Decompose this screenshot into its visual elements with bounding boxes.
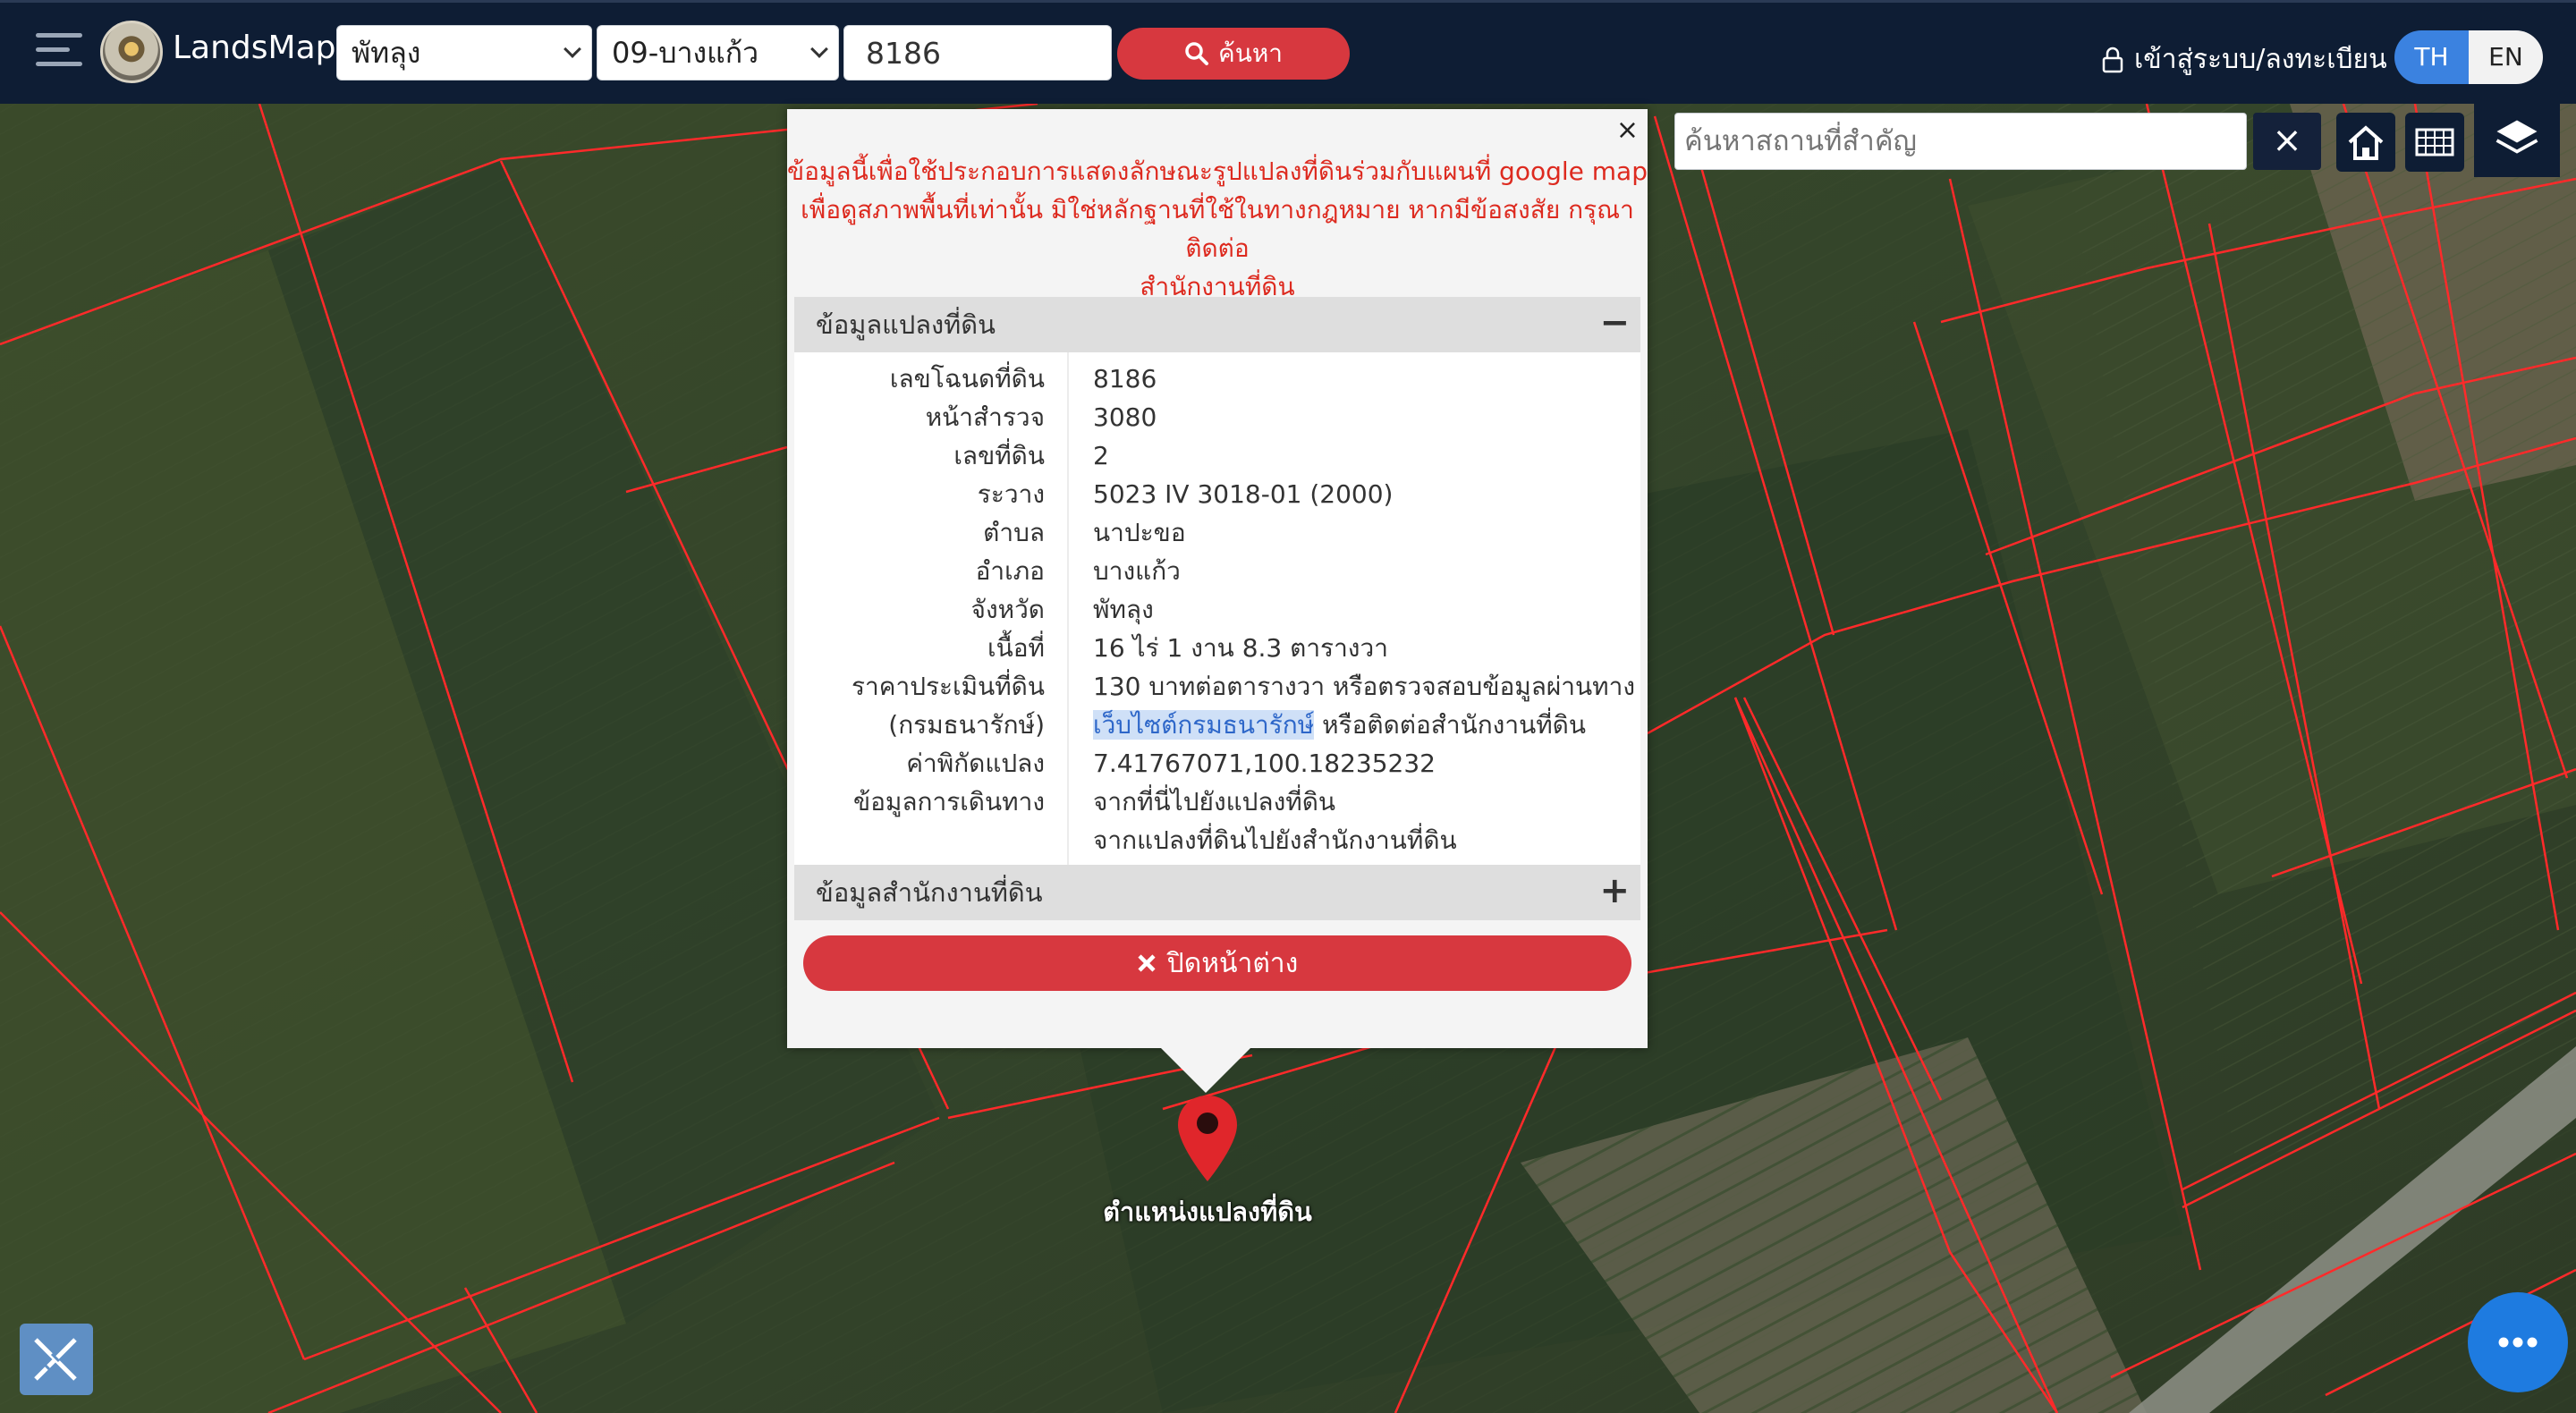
detail-row: ระวาง 5023 IV 3018-01 (2000) [794,475,1640,513]
appraisal-source-label: (กรมธนารักษ์) [888,710,1045,740]
appraisal-label: ราคาประเมินที่ดิน [851,672,1045,701]
detail-value: 2 [1093,441,1109,470]
detail-label: ตำบล [983,518,1045,547]
brand-name: LandsMaps [173,30,353,66]
lock-icon [2102,47,2123,72]
parcel-number-input[interactable] [843,25,1112,80]
lang-en-button[interactable]: EN [2469,30,2543,84]
coordinates-row: ค่าพิกัดแปลง 7.41767071,100.18235232 [794,744,1640,783]
detail-label: เลขที่ดิน [953,441,1045,470]
lang-th-button[interactable]: TH [2394,30,2469,84]
province-select-value: พัทลุง [352,36,421,70]
chevron-down-icon [564,40,581,58]
office-section-header[interactable]: ข้อมูลสำนักงานที่ดิน + [794,865,1640,920]
parcel-section-title: ข้อมูลแปลงที่ดิน [816,309,996,340]
parcel-details-table: เลขโฉนดที่ดิน 8186 หน้าสำรวจ 3080 เลขที่ดิ… [794,352,1640,865]
appraisal-value: 130 บาทต่อตารางวา หรือตรวจสอบข้อมูลผ่านท… [1093,672,1636,701]
parcel-info-panel: ข้อมูลแปลงที่ดิน − เลขโฉนดที่ดิน 8186 หน้… [794,297,1640,920]
detail-row: อำเภอ บางแก้ว [794,552,1640,590]
detail-label: หน้าสำรวจ [925,402,1045,432]
directions-to-office-link[interactable]: จากแปลงที่ดินไปยังสำนักงานที่ดิน [1069,821,1457,859]
chevron-down-icon [810,40,828,58]
login-label: เข้าสู่ระบบ/ลงทะเบียน [2134,44,2387,75]
detail-row: ตำบล นาปะขอ [794,513,1640,552]
detail-value: บางแก้ว [1093,556,1181,586]
grid-toggle-button[interactable] [2405,113,2464,172]
grid-icon [2415,128,2454,157]
district-select[interactable]: 09-บางแก้ว [597,25,839,80]
detail-row: เนื้อที่ 16 ไร่ 1 งาน 8.3 ตารางวา [794,629,1640,667]
appraisal-row-2: (กรมธนารักษ์) เว็บไซต์กรมธนารักษ์ หรือติ… [794,706,1640,744]
popup-pointer [1159,1046,1252,1093]
detail-value: พัทลุง [1093,595,1154,624]
detail-row: เลขโฉนดที่ดิน 8186 [794,360,1640,398]
home-icon [2348,125,2384,160]
top-navigation-bar: LandsMaps พัทลุง 09-บางแก้ว ค้นหา เข้าสู… [0,0,2576,104]
layers-icon [2496,120,2538,154]
detail-label: เนื้อที่ [987,633,1045,663]
district-select-value: 09-บางแก้ว [612,36,759,70]
clear-search-button[interactable]: × [2253,113,2321,170]
detail-value: 16 ไร่ 1 งาน 8.3 ตารางวา [1093,633,1388,663]
parcel-info-popup: × ข้อมูลนี้เพื่อใช้ประกอบการแสดงลักษณะรู… [787,109,1648,1048]
search-button[interactable]: ค้นหา [1117,28,1350,80]
detail-value: 8186 [1093,364,1157,393]
layers-button[interactable] [2474,104,2560,177]
marker-label: ตำแหน่งแปลงที่ดิน [1103,1197,1312,1227]
popup-close-icon[interactable]: × [1616,114,1639,146]
menu-icon[interactable] [36,33,82,72]
parcel-section-header[interactable]: ข้อมูลแปลงที่ดิน − [794,297,1640,352]
detail-label: ระวาง [977,479,1045,509]
detail-label: อำเภอ [975,556,1045,586]
expand-icon[interactable]: + [1599,863,1630,918]
treasury-website-link[interactable]: เว็บไซต์กรมธนารักษ์ [1093,710,1315,740]
appraisal-row: ราคาประเมินที่ดิน 130 บาทต่อตารางวา หรือ… [794,667,1640,706]
directions-label: ข้อมูลการเดินทาง [852,787,1045,816]
directions-row: ข้อมูลการเดินทาง จากที่นี่ไปยังแปลงที่ดิ… [794,783,1640,821]
directions-to-parcel-link[interactable]: จากที่นี่ไปยังแปลงที่ดิน [1069,783,1335,821]
login-link[interactable]: เข้าสู่ระบบ/ลงทะเบียน [2102,38,2387,80]
ruler-pencil-icon [34,1338,77,1381]
search-button-label: ค้นหา [1217,38,1284,68]
coordinates-label: ค่าพิกัดแปลง [906,749,1045,778]
office-section-title: ข้อมูลสำนักงานที่ดิน [816,877,1043,908]
landsmaps-logo [100,21,163,83]
home-button[interactable] [2336,113,2395,172]
more-dots-icon [2498,1337,2538,1348]
detail-label: เลขโฉนดที่ดิน [889,364,1045,393]
detail-row: หน้าสำรวจ 3080 [794,398,1640,436]
detail-row: จังหวัด พัทลุง [794,590,1640,629]
measure-tool-button[interactable] [20,1324,93,1395]
close-icon [1138,954,1156,972]
appraisal-value-2: เว็บไซต์กรมธนารักษ์ หรือติดต่อสำนักงานที… [1069,706,1586,744]
detail-row: เลขที่ดิน 2 [794,436,1640,475]
detail-label: จังหวัด [970,595,1045,624]
search-icon [1185,42,1208,65]
disclaimer-line-1: ข้อมูลนี้เพื่อใช้ประกอบการแสดงลักษณะรูปแ… [787,157,1648,186]
close-window-label: ปิดหน้าต่าง [1166,947,1299,979]
close-window-button[interactable]: ปิดหน้าต่าง [803,935,1631,991]
map-pin-icon[interactable] [1174,1094,1241,1183]
disclaimer-text: ข้อมูลนี้เพื่อใช้ประกอบการแสดงลักษณะรูปแ… [787,152,1648,306]
more-options-button[interactable] [2468,1292,2568,1392]
coordinates-link[interactable]: 7.41767071,100.18235232 [1069,744,1436,783]
detail-value: 3080 [1093,402,1157,432]
province-select[interactable]: พัทลุง [336,25,592,80]
disclaimer-line-2: เพื่อดูสภาพพื้นที่เท่านั้น มิใช่หลักฐานท… [801,195,1634,263]
collapse-icon[interactable]: − [1599,295,1630,351]
directions-row-2: จากแปลงที่ดินไปยังสำนักงานที่ดิน [794,821,1640,859]
detail-value: นาปะขอ [1093,518,1186,547]
appraisal-contact-text: หรือติดต่อสำนักงานที่ดิน [1314,710,1586,740]
detail-value: 5023 IV 3018-01 (2000) [1093,479,1394,509]
poi-search-input[interactable] [1674,113,2247,170]
language-toggle: TH EN [2394,30,2543,84]
